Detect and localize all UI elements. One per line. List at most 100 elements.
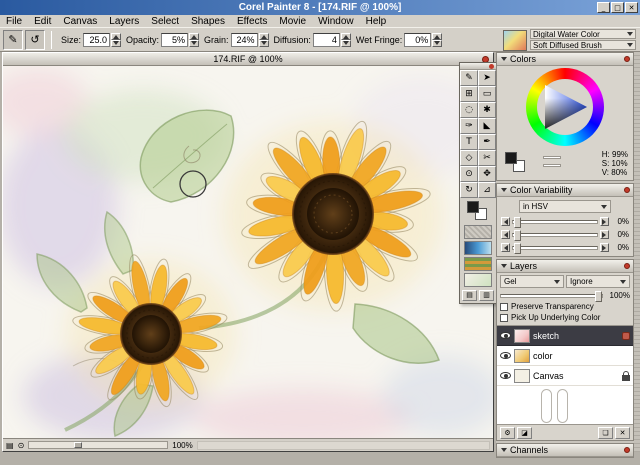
scissors-tool[interactable]: ✂ — [478, 150, 496, 166]
spinner-down-icon[interactable] — [432, 39, 443, 47]
rotate-page-tool[interactable]: ↻ — [460, 182, 478, 198]
layer-visibility-eye-icon[interactable] — [500, 372, 511, 379]
brush-variant-dropdown[interactable]: Soft Diffused Brush — [530, 40, 636, 50]
variability-slider[interactable] — [512, 216, 598, 228]
menu-select[interactable]: Select — [145, 15, 185, 28]
color-mini-slider[interactable] — [543, 164, 561, 167]
variability-mode-dropdown[interactable]: in HSV — [519, 200, 611, 213]
collapse-icon[interactable] — [501, 188, 507, 195]
maximize-button[interactable]: □ — [611, 2, 624, 13]
paper-drawer-button[interactable]: ▥ — [479, 290, 494, 301]
wet-fringe-field-input[interactable]: 0% — [404, 32, 432, 47]
rect-select-tool[interactable]: ▭ — [478, 86, 496, 102]
spinner-up-icon[interactable] — [111, 32, 122, 40]
minimize-button[interactable]: _ — [597, 2, 610, 13]
diffusion-field-spinner[interactable] — [340, 32, 351, 47]
spinner-down-icon[interactable] — [258, 39, 269, 47]
slider-left-arrow[interactable] — [501, 230, 510, 239]
delete-layer-button[interactable]: ✕ — [615, 426, 630, 439]
composite-method-dropdown[interactable]: Gel — [500, 275, 564, 288]
slider-right-arrow[interactable] — [600, 217, 609, 226]
menu-file[interactable]: File — [0, 15, 28, 28]
collapse-icon[interactable] — [501, 264, 507, 271]
slider-thumb[interactable] — [514, 216, 521, 228]
variability-slider[interactable] — [512, 229, 598, 241]
grain-field-spinner[interactable] — [258, 32, 269, 47]
toolbox-close-button[interactable] — [489, 64, 494, 69]
dropper-tool[interactable]: ✑ — [460, 118, 478, 134]
brush-category-icon[interactable] — [503, 29, 527, 51]
lasso-tool[interactable]: ◌ — [460, 102, 478, 118]
spinner-up-icon[interactable] — [258, 32, 269, 40]
layer-opacity-thumb[interactable] — [595, 290, 602, 302]
zoom-slider-thumb[interactable] — [74, 442, 83, 448]
menu-movie[interactable]: Movie — [273, 15, 312, 28]
colors-palette-header[interactable]: Colors — [497, 53, 633, 66]
hue-ring[interactable] — [526, 68, 604, 146]
grain-field-input[interactable]: 24% — [230, 32, 258, 47]
layer-visibility-eye-icon[interactable] — [500, 332, 511, 339]
nozzle-selector[interactable] — [464, 273, 492, 287]
sv-triangle[interactable] — [537, 79, 593, 135]
close-button[interactable]: ✕ — [625, 2, 638, 13]
brush-tool[interactable]: ✎ — [460, 70, 478, 86]
reset-tool-button[interactable]: ↺ — [25, 29, 45, 50]
new-layer-button[interactable]: ❏ — [598, 426, 613, 439]
pen-tool[interactable]: ✒ — [478, 134, 496, 150]
canvas-painting[interactable] — [3, 66, 493, 438]
layer-visibility-eye-icon[interactable] — [500, 352, 511, 359]
spinner-up-icon[interactable] — [432, 32, 443, 40]
menu-help[interactable]: Help — [360, 15, 393, 28]
spinner-up-icon[interactable] — [189, 32, 200, 40]
palette-menu-button[interactable] — [624, 187, 630, 193]
palette-menu-button[interactable] — [624, 56, 630, 62]
collapse-icon[interactable] — [501, 448, 507, 455]
palette-menu-button[interactable] — [624, 447, 630, 453]
wet-fringe-field-spinner[interactable] — [432, 32, 443, 47]
paper-selector[interactable] — [464, 225, 492, 239]
toolbox-header[interactable] — [460, 63, 496, 70]
color-mini-slider[interactable] — [543, 156, 561, 159]
layer-row-sketch[interactable]: sketch — [497, 326, 633, 346]
layer-opacity-slider[interactable] — [500, 290, 603, 302]
menu-window[interactable]: Window — [312, 15, 360, 28]
document-title-bar[interactable]: 174.RIF @ 100% — [3, 53, 493, 66]
spinner-down-icon[interactable] — [111, 39, 122, 47]
layers-palette-header[interactable]: Layers — [497, 260, 633, 273]
spinner-up-icon[interactable] — [340, 32, 351, 40]
new-channel-button[interactable]: ◪ — [517, 426, 532, 439]
slider-left-arrow[interactable] — [501, 243, 510, 252]
front-color-swatch[interactable] — [467, 201, 479, 213]
text-tool[interactable]: T — [460, 134, 478, 150]
menu-canvas[interactable]: Canvas — [57, 15, 103, 28]
slider-right-arrow[interactable] — [600, 243, 609, 252]
diffusion-field-input[interactable]: 4 — [312, 32, 340, 47]
crop-tool[interactable]: ⊞ — [460, 86, 478, 102]
layer-row-canvas[interactable]: Canvas — [497, 366, 633, 386]
color-variability-header[interactable]: Color Variability — [497, 184, 633, 197]
paint-bucket-tool[interactable]: ◣ — [478, 118, 496, 134]
menu-edit[interactable]: Edit — [28, 15, 57, 28]
collapse-icon[interactable] — [501, 57, 507, 64]
dock-edge-grip[interactable] — [634, 52, 640, 452]
variability-slider[interactable] — [512, 242, 598, 254]
drawer-icon[interactable]: ▤ — [6, 441, 14, 450]
preserve-transparency-checkbox[interactable] — [500, 302, 508, 311]
pattern-selector[interactable] — [464, 257, 492, 271]
menu-shapes[interactable]: Shapes — [185, 15, 231, 28]
composite-depth-dropdown[interactable]: Ignore — [566, 275, 630, 288]
zoom-slider[interactable] — [28, 441, 169, 449]
palette-menu-button[interactable] — [624, 263, 630, 269]
layer-adjuster-tool[interactable]: ➤ — [478, 70, 496, 86]
pick-up-underlying-checkbox[interactable] — [500, 313, 508, 322]
magic-wand-tool[interactable]: ✱ — [478, 102, 496, 118]
opacity-field-input[interactable]: 5% — [161, 32, 189, 47]
slider-thumb[interactable] — [514, 242, 521, 254]
slider-thumb[interactable] — [514, 229, 521, 241]
brush-drawer-button[interactable]: ▤ — [462, 290, 477, 301]
spinner-down-icon[interactable] — [189, 39, 200, 47]
title-bar[interactable]: Corel Painter 8 - [174.RIF @ 100%] _ □ ✕ — [0, 0, 640, 15]
dynamic-plugins-button[interactable]: ⚙ — [500, 426, 515, 439]
brush-tool-button[interactable]: ✎ — [3, 29, 23, 50]
perspective-grid-tool[interactable]: ⊿ — [478, 182, 496, 198]
